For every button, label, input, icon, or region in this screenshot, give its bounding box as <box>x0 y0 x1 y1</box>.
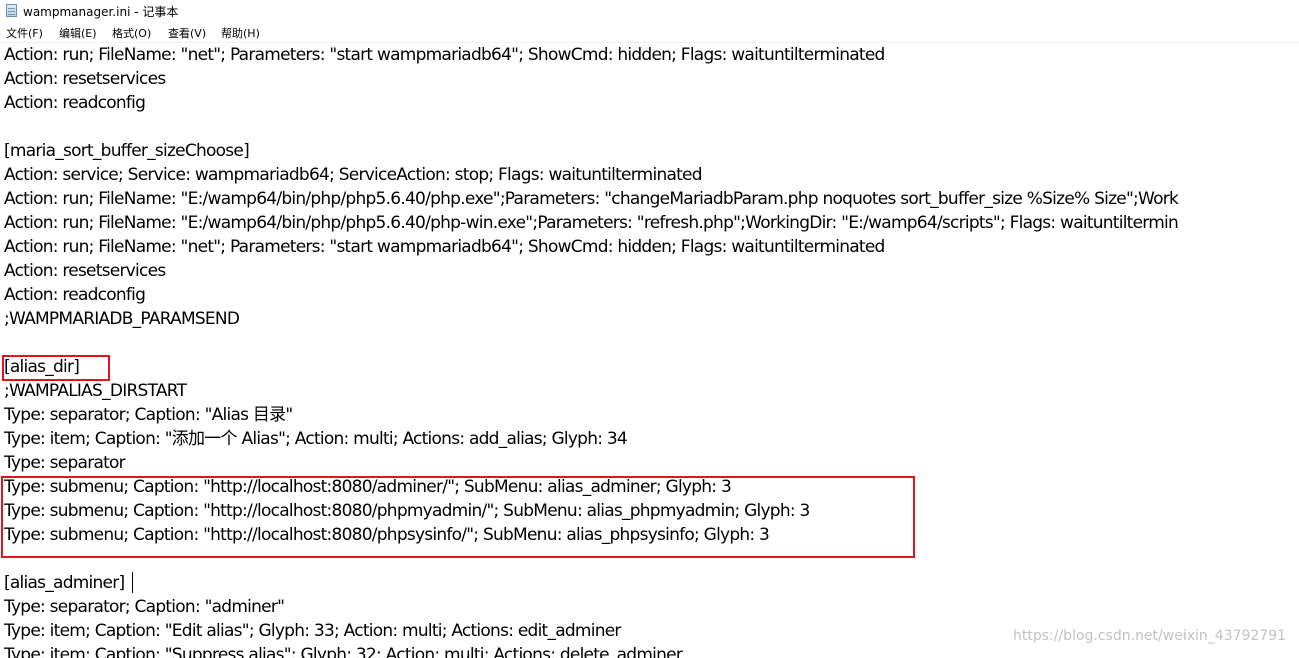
text-line: Type: separator <box>4 453 126 473</box>
menu-edit[interactable]: 编辑(E) <box>59 25 97 41</box>
menu-bar: 文件(F) 编辑(E) 格式(O) 查看(V) 帮助(H) <box>0 22 1299 43</box>
text-line: Type: separator; Caption: "adminer" <box>4 597 285 617</box>
highlight-box-submenus <box>1 476 915 558</box>
text-line: Type: item; Caption: "Edit alias"; Glyph… <box>4 621 621 641</box>
text-line: Action: resetservices <box>4 261 166 281</box>
text-line: Action: resetservices <box>4 69 166 89</box>
text-line: Type: separator; Caption: "Alias 目录" <box>4 405 293 425</box>
text-line: Action: run; FileName: "E:/wamp64/bin/ph… <box>4 213 1179 233</box>
title-bar: wampmanager.ini - 记事本 <box>0 0 1299 22</box>
text-line: Action: service; Service: wampmariadb64;… <box>4 165 703 185</box>
text-line: Type: item; Caption: "Suppress alias"; G… <box>4 645 683 658</box>
menu-format[interactable]: 格式(O) <box>112 25 151 41</box>
text-line: ;WAMPALIAS_DIRSTART <box>4 381 187 401</box>
text-line: [alias_adminer] <box>4 573 125 593</box>
watermark: https://blog.csdn.net/weixin_43792791 <box>1013 628 1287 644</box>
text-editor[interactable]: Action: run; FileName: "net"; Parameters… <box>0 43 1299 658</box>
menu-view[interactable]: 查看(V) <box>168 25 206 41</box>
text-line: Action: readconfig <box>4 285 146 305</box>
text-line: Action: run; FileName: "E:/wamp64/bin/ph… <box>4 189 1179 209</box>
window-title: wampmanager.ini - 记事本 <box>23 5 179 19</box>
text-line: Type: item; Caption: "添加一个 Alias"; Actio… <box>4 429 628 449</box>
text-caret <box>132 572 133 593</box>
menu-help[interactable]: 帮助(H) <box>221 25 260 41</box>
highlight-box-alias-dir <box>2 355 110 381</box>
text-line: Action: run; FileName: "net"; Parameters… <box>4 237 885 257</box>
text-line: Action: run; FileName: "net"; Parameters… <box>4 45 885 65</box>
text-line: ;WAMPMARIADB_PARAMSEND <box>4 309 240 329</box>
text-line: [maria_sort_buffer_sizeChoose] <box>4 141 250 161</box>
text-line: Action: readconfig <box>4 93 146 113</box>
notepad-icon <box>6 4 17 17</box>
menu-file[interactable]: 文件(F) <box>6 25 43 41</box>
